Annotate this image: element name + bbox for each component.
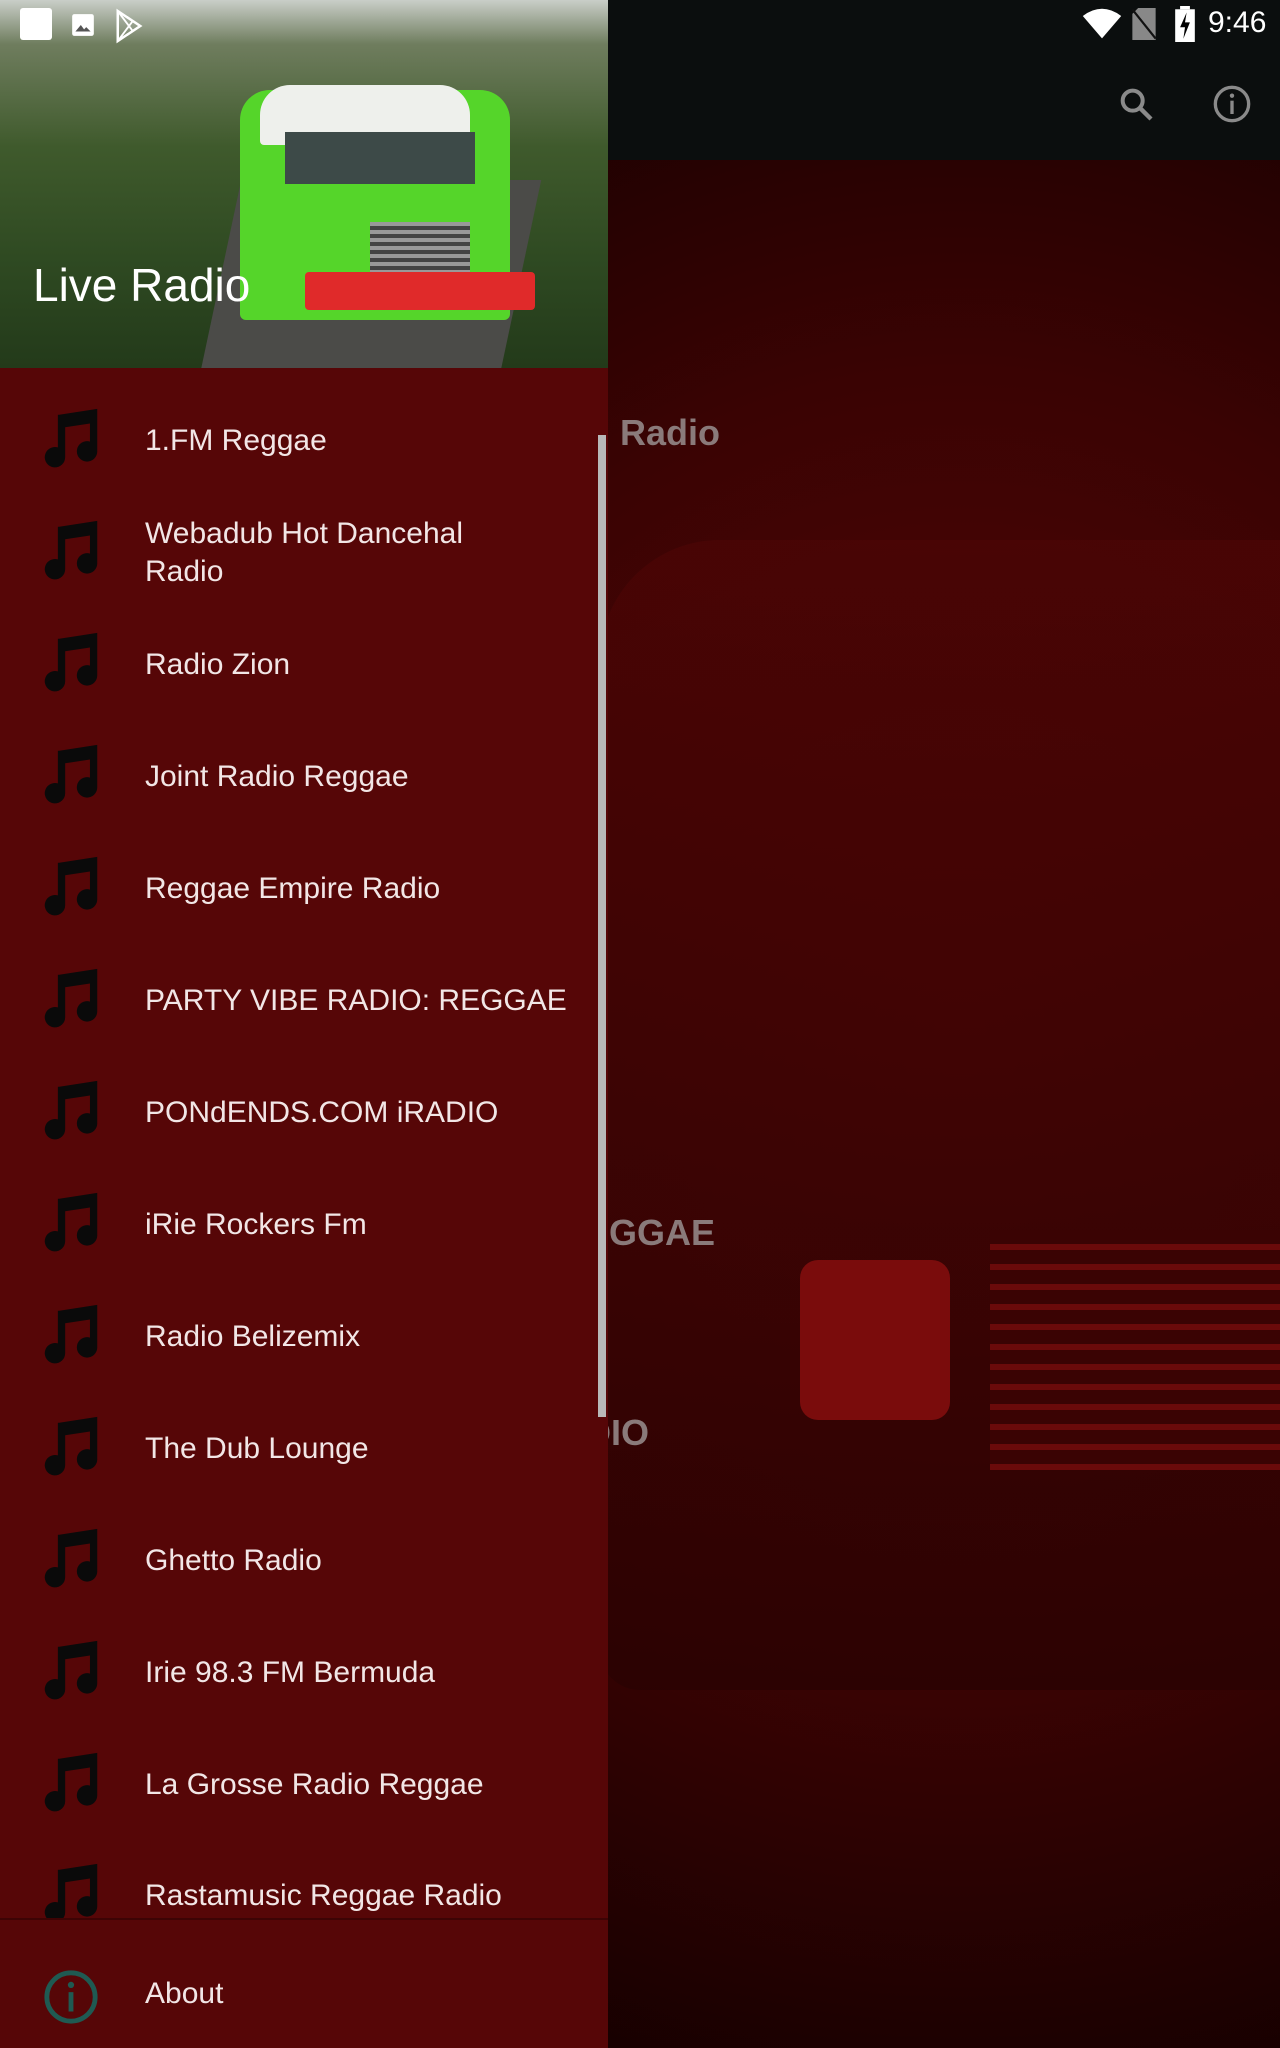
music-note-icon <box>44 1304 98 1364</box>
info-icon <box>44 1970 98 2024</box>
station-item[interactable]: iRie Rockers Fm <box>0 1169 590 1281</box>
station-item[interactable]: Rastamusic Reggae Radio <box>0 1840 590 1918</box>
station-item[interactable]: 1.FM Reggae <box>0 385 590 497</box>
about-label: About <box>145 1977 224 2010</box>
station-label: iRie Rockers Fm <box>145 1208 367 1241</box>
drawer-header-title: Live Radio <box>33 259 251 311</box>
station-item[interactable]: Joint Radio Reggae <box>0 721 590 833</box>
no-sim-icon <box>1132 8 1156 40</box>
station-item[interactable]: Ghetto Radio <box>0 1505 590 1617</box>
header-bus-bumper <box>305 272 535 310</box>
scrollbar[interactable] <box>598 435 606 1417</box>
station-label: Radio Belizemix <box>145 1320 361 1353</box>
station-list[interactable]: 1.FM Reggae Webadub Hot Dancehal Radio Rad… <box>0 368 608 1918</box>
info-icon[interactable] <box>1212 84 1252 124</box>
background-station-title[interactable]: l Radio <box>600 412 720 454</box>
station-item[interactable]: PONdENDS.COM iRADIO <box>0 1057 590 1169</box>
music-note-icon <box>44 1080 98 1140</box>
music-note-icon <box>44 632 98 692</box>
station-item[interactable]: PARTY VIBE RADIO: REGGAE <box>0 945 590 1057</box>
battery-charging-icon <box>1175 6 1195 42</box>
music-note-icon <box>44 1863 98 1918</box>
station-item[interactable]: Webadub Hot Dancehal Radio <box>0 497 590 609</box>
navigation-drawer: Live Radio 1.FM Reggae Webadub Hot Danceh… <box>0 0 608 2048</box>
clock: 9:46 <box>1208 6 1267 39</box>
station-label: Joint Radio Reggae <box>145 760 409 793</box>
background-bus-grille <box>990 1230 1280 1470</box>
music-note-icon <box>44 1752 98 1812</box>
station-label: La Grosse Radio Reggae <box>145 1768 484 1801</box>
station-label: Irie 98.3 FM Bermuda <box>145 1656 436 1689</box>
music-note-icon <box>44 1640 98 1700</box>
header-bus-grille <box>370 222 470 272</box>
station-label: Reggae Empire Radio <box>145 872 441 905</box>
station-label: Radio Zion <box>145 648 291 681</box>
divider <box>0 1918 608 1920</box>
image-icon <box>72 14 94 36</box>
play-store-icon <box>116 8 143 44</box>
music-note-icon <box>44 1416 98 1476</box>
drawer-header: Live Radio <box>0 0 608 368</box>
music-note-icon <box>44 1192 98 1252</box>
station-item[interactable]: The Dub Lounge <box>0 1393 590 1505</box>
station-label: Webadub Hot Dancehal Radio <box>145 517 463 588</box>
music-note-icon <box>44 856 98 916</box>
station-label: The Dub Lounge <box>145 1432 369 1465</box>
status-bar: 9:46 <box>0 0 1280 48</box>
music-note-icon <box>44 1528 98 1588</box>
music-note-icon <box>44 744 98 804</box>
music-note-icon <box>44 520 98 580</box>
station-item[interactable]: La Grosse Radio Reggae <box>0 1729 590 1841</box>
search-icon[interactable] <box>1116 84 1156 124</box>
header-bus-windshield <box>285 132 475 184</box>
music-note-icon <box>44 408 98 468</box>
station-item[interactable]: Reggae Empire Radio <box>0 833 590 945</box>
background-bus-headlamp <box>800 1260 950 1420</box>
station-label: PARTY VIBE RADIO: REGGAE <box>145 984 567 1017</box>
background-bus-image <box>600 540 1280 1690</box>
station-item[interactable]: Irie 98.3 FM Bermuda <box>0 1617 590 1729</box>
music-note-icon <box>44 968 98 1028</box>
station-item[interactable]: Radio Zion <box>0 609 590 721</box>
station-item[interactable]: Radio Belizemix <box>0 1281 590 1393</box>
notification-square-icon <box>20 8 52 40</box>
station-label: Ghetto Radio <box>145 1544 322 1577</box>
station-label: PONdENDS.COM iRADIO <box>145 1096 499 1129</box>
about-menu-item[interactable]: About <box>0 1940 608 2048</box>
wifi-icon <box>1082 8 1122 39</box>
station-label: Rastamusic Reggae Radio <box>145 1879 502 1912</box>
station-label: 1.FM Reggae <box>145 424 327 457</box>
